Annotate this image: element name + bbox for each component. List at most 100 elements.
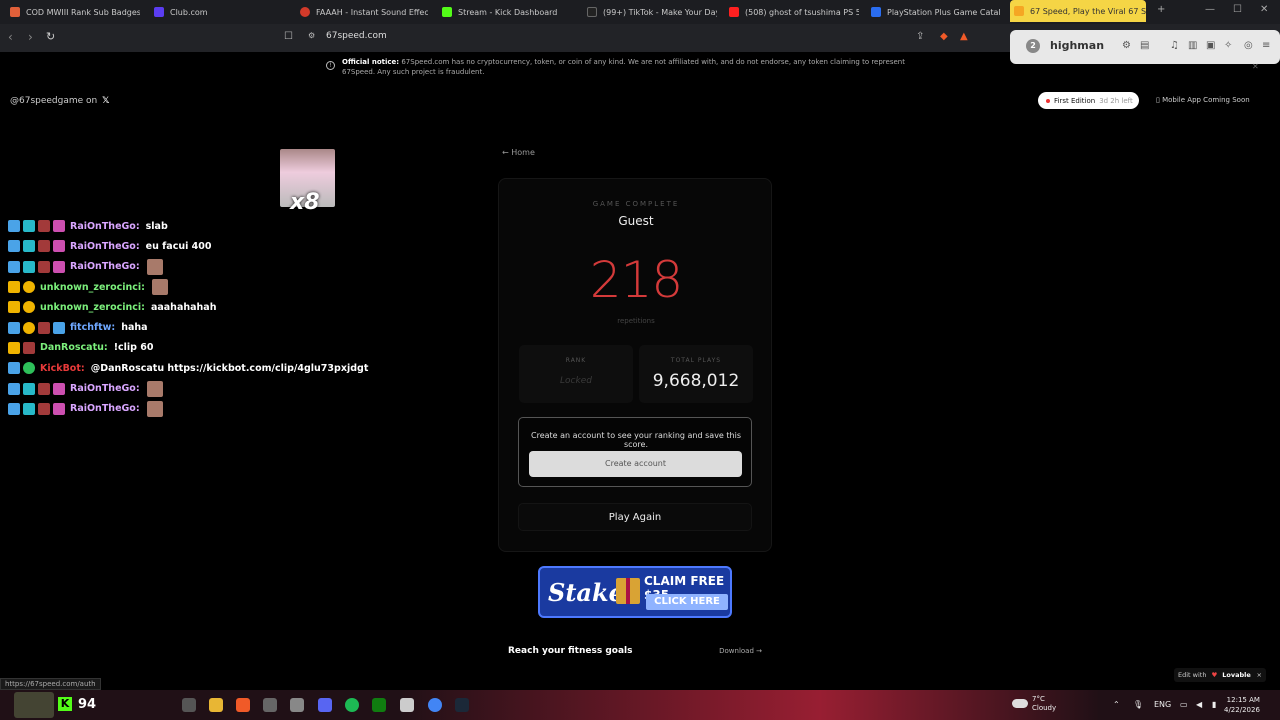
spotify-icon[interactable]	[345, 698, 359, 712]
site-info-icon[interactable]: ⚙	[308, 31, 315, 40]
leo-icon[interactable]: ✧	[1224, 40, 1232, 51]
browser-tab[interactable]: Club.com	[150, 3, 284, 21]
steam-icon[interactable]	[455, 698, 469, 712]
volume-icon[interactable]: ◀	[1196, 700, 1202, 709]
social-handle[interactable]: @67speedgame on 𝕏	[10, 96, 109, 106]
overlay-username: highman	[1050, 39, 1105, 52]
microphone-icon[interactable]: 🎙	[1133, 700, 1143, 709]
chat-badge-icon	[23, 220, 35, 233]
chat-badge-icon	[8, 321, 20, 334]
brave-browser-icon[interactable]	[236, 698, 250, 712]
reload-icon[interactable]: ↻	[46, 30, 55, 43]
chat-username[interactable]: unknown_zerocinci:	[40, 302, 145, 313]
chat-emote-icon	[151, 279, 168, 296]
tab-label: Club.com	[170, 7, 208, 17]
calculator-icon[interactable]	[290, 698, 304, 712]
rank-stat: RANK Locked	[519, 345, 633, 403]
chat-badge-icon	[8, 281, 20, 294]
chat-username[interactable]: fitchftw:	[70, 322, 115, 333]
chat-username[interactable]: DanRoscatu:	[40, 342, 108, 353]
score-unit: repetitions	[617, 317, 655, 325]
stream-overlay-card: 2 highman ⚙ ▤ ♫ ▥ ▣ ✧ ◎ ≡	[1010, 30, 1280, 64]
official-notice: Official notice: 67Speed.com has no cryp…	[342, 57, 930, 77]
discord-icon[interactable]	[318, 698, 332, 712]
chat-message: RaiOnTheGo:	[8, 378, 388, 398]
chat-username[interactable]: RaiOnTheGo:	[70, 383, 140, 394]
weather-condition: Cloudy	[1032, 704, 1057, 712]
lovable-close-icon[interactable]: ×	[1257, 671, 1262, 679]
minimize-icon[interactable]: —	[1205, 4, 1215, 15]
vpn-icon[interactable]: ◎	[1244, 40, 1253, 51]
chat-username[interactable]: RaiOnTheGo:	[70, 221, 140, 232]
tab-label: (508) ghost of tsushima PS 5 PRO	[745, 7, 859, 17]
battery-icon[interactable]: ▮	[1212, 700, 1216, 709]
chat-badge-icon	[23, 341, 35, 354]
obs-icon[interactable]	[263, 698, 277, 712]
chat-username[interactable]: RaiOnTheGo:	[70, 261, 140, 272]
music-icon[interactable]: ♫	[1170, 40, 1179, 51]
steering-app-icon[interactable]	[400, 698, 414, 712]
browser-tab[interactable]: FAAAH - Instant Sound Effect Butt	[296, 3, 428, 21]
stake-ad-banner[interactable]: Stake CLAIM FREE $35 CLICK HERE	[538, 566, 732, 618]
phone-icon: ▯	[1156, 96, 1160, 104]
task-view-icon[interactable]	[182, 698, 196, 712]
file-explorer-icon[interactable]	[209, 698, 223, 712]
new-tab-icon[interactable]: +	[1157, 4, 1165, 15]
chat-badge-icon	[53, 260, 65, 273]
window-close-icon[interactable]: ✕	[1260, 4, 1268, 15]
tab-favicon-icon	[154, 7, 164, 17]
chat-message: fitchftw: haha	[8, 317, 388, 337]
viewer-count: 94	[78, 697, 97, 712]
browser-tab[interactable]: COD MWIII Rank Sub Badges Ran	[6, 3, 140, 21]
network-icon[interactable]: ▭	[1180, 700, 1188, 709]
address-bar[interactable]: ⚙ 67speed.com	[300, 28, 980, 47]
create-account-button[interactable]: Create account	[529, 451, 742, 477]
total-plays-label: TOTAL PLAYS	[670, 357, 722, 364]
back-icon[interactable]: ‹	[8, 30, 13, 44]
overlay-number-badge: 2	[1026, 39, 1040, 53]
extension-icon[interactable]: ⚙	[1122, 40, 1131, 51]
temperature: 7°C	[1032, 695, 1045, 703]
menu-icon[interactable]: ≡	[1262, 40, 1270, 51]
chat-badge-icon	[8, 240, 20, 253]
bookmark-icon[interactable]: ☐	[284, 31, 293, 42]
notice-close-icon[interactable]: ✕	[1252, 62, 1259, 71]
weather-widget[interactable]: 7°C Cloudy	[1032, 695, 1056, 713]
chat-username[interactable]: KickBot:	[40, 363, 85, 374]
chrome-icon[interactable]	[428, 698, 442, 712]
emote-combo-count: x8	[290, 190, 320, 215]
maximize-icon[interactable]: ☐	[1233, 4, 1242, 15]
language-indicator[interactable]: ENG	[1154, 700, 1171, 709]
browser-tab[interactable]: (99+) TikTok - Make Your Day	[583, 3, 717, 21]
share-icon[interactable]: ⇪	[916, 31, 924, 42]
chat-username[interactable]: unknown_zerocinci:	[40, 282, 145, 293]
chat-text: @DanRoscatu https://kickbot.com/clip/4gl…	[90, 362, 369, 374]
play-again-button[interactable]: Play Again	[518, 503, 752, 531]
home-link[interactable]: ← Home	[502, 148, 535, 157]
download-link[interactable]: Download →	[719, 647, 762, 655]
lovable-badge[interactable]: Edit with ♥ Lovable ×	[1174, 668, 1266, 682]
system-clock[interactable]: 12:15 AM 4/22/2026	[1224, 695, 1260, 715]
chat-badge-icon	[53, 240, 65, 253]
rewards-icon[interactable]: ▲	[960, 31, 968, 42]
chat-username[interactable]: RaiOnTheGo:	[70, 241, 140, 252]
browser-tab[interactable]: Stream - Kick Dashboard	[438, 3, 572, 21]
forward-icon[interactable]: ›	[28, 30, 33, 44]
tray-overflow-icon[interactable]: ⌃	[1113, 700, 1120, 709]
chat-badge-icon	[53, 220, 65, 233]
brave-shield-icon[interactable]: ◆	[940, 31, 948, 42]
first-edition-badge[interactable]: First Edition 3d 2h left	[1038, 92, 1139, 109]
chat-badge-icon	[53, 321, 65, 334]
tabs-icon[interactable]: ▤	[1140, 40, 1149, 51]
browser-tab[interactable]: (508) ghost of tsushima PS 5 PRO	[725, 3, 859, 21]
chat-username[interactable]: RaiOnTheGo:	[70, 403, 140, 414]
browser-tab[interactable]: PlayStation Plus Game Catalog fo	[867, 3, 1001, 21]
chat-message: RaiOnTheGo: eu facui 400	[8, 236, 388, 256]
rank-label: RANK	[565, 357, 587, 364]
chat-text: slab	[145, 220, 168, 232]
browser-tab-active[interactable]: 67 Speed, Play the Viral 67 S ✕	[1010, 0, 1146, 22]
chat-badge-icon	[8, 362, 20, 375]
sidebar-icon[interactable]: ▥	[1188, 40, 1197, 51]
xbox-icon[interactable]	[372, 698, 386, 712]
wallet-icon[interactable]: ▣	[1206, 40, 1215, 51]
